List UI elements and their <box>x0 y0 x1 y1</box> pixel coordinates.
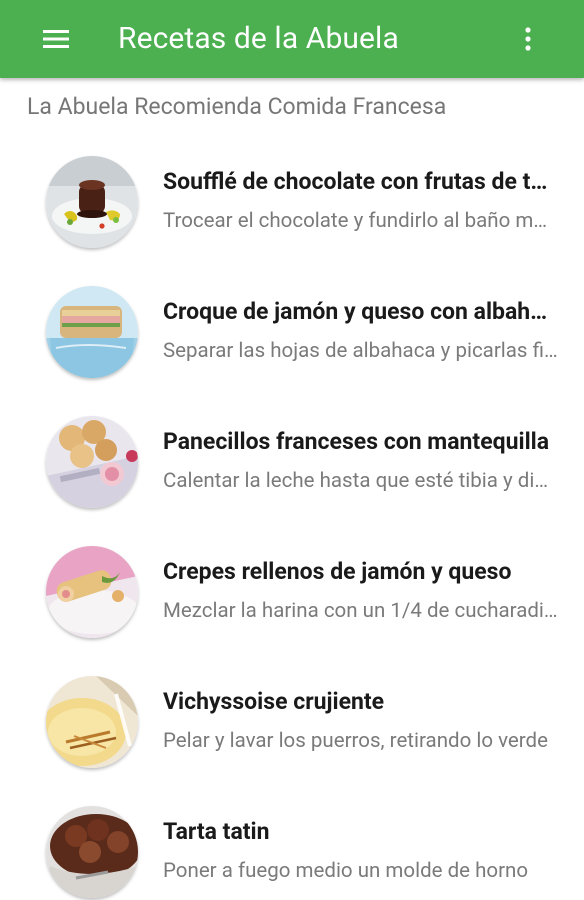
recipe-description: Pelar y lavar los puerros, retirando lo … <box>163 729 548 753</box>
tarte-tatin-photo <box>46 806 138 898</box>
overflow-menu-button[interactable] <box>508 17 548 61</box>
recipe-description: Poner a fuego medio un molde de horno <box>163 859 529 883</box>
stuffed-crepes-photo <box>46 546 138 638</box>
recipe-thumbnail <box>46 676 138 768</box>
french-rolls-photo <box>46 416 138 508</box>
recipe-title: Soufflé de chocolate con frutas de tempo… <box>163 168 558 195</box>
croque-sandwich-photo <box>46 286 138 378</box>
recipe-title: Vichyssoise crujiente <box>163 688 385 715</box>
recipe-thumbnail <box>46 156 138 248</box>
recipe-description: Separar las hojas de albahaca y picarlas… <box>163 339 558 363</box>
recipe-item[interactable]: Panecillos franceses con mantequilla Cal… <box>0 410 584 520</box>
app-bar: Recetas de la Abuela <box>0 0 584 78</box>
recipe-description: Calentar la leche hasta que esté tibia y… <box>163 469 558 493</box>
recipe-title: Croque de jamón y queso con albahaca <box>163 298 558 325</box>
recipe-thumbnail <box>46 546 138 638</box>
recipe-title: Crepes rellenos de jamón y queso <box>163 558 512 585</box>
chocolate-souffle-photo <box>46 156 138 248</box>
recipe-item[interactable]: Vichyssoise crujiente Pelar y lavar los … <box>0 670 584 780</box>
recipe-thumbnail <box>46 286 138 378</box>
recipe-item[interactable]: Croque de jamón y queso con albahaca Sep… <box>0 280 584 390</box>
recipe-item[interactable]: Crepes rellenos de jamón y queso Mezclar… <box>0 540 584 650</box>
recipe-description: Mezclar la harina con un 1/4 de cucharad… <box>163 599 558 623</box>
section-header: La Abuela Recomienda Comida Francesa <box>27 93 447 120</box>
recipe-item[interactable]: Soufflé de chocolate con frutas de tempo… <box>0 150 584 260</box>
menu-button[interactable] <box>32 17 80 61</box>
vichyssoise-photo <box>46 676 138 768</box>
recipe-thumbnail <box>46 806 138 898</box>
more-vert-icon <box>525 27 531 51</box>
recipe-title: Panecillos franceses con mantequilla <box>163 428 550 455</box>
recipe-thumbnail <box>46 416 138 508</box>
recipe-title: Tarta tatin <box>163 818 270 845</box>
app-title: Recetas de la Abuela <box>118 21 399 56</box>
hamburger-menu-icon <box>43 30 69 48</box>
recipe-description: Trocear el chocolate y fundirlo al baño … <box>163 209 558 233</box>
recipe-item[interactable]: Tarta tatin Poner a fuego medio un molde… <box>0 800 584 900</box>
